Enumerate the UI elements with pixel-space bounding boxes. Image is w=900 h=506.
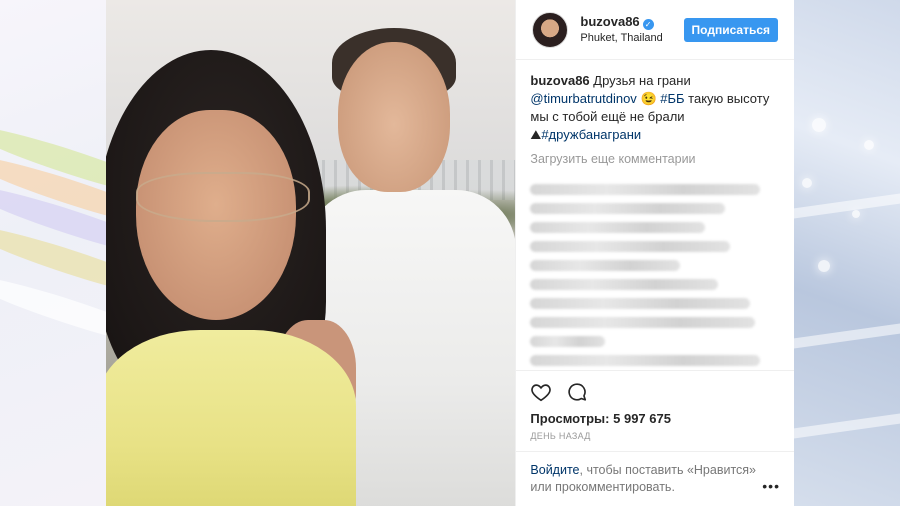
more-options-icon[interactable]: ••• [762,478,780,495]
blurred-comment [530,317,756,328]
blurred-comment [530,184,761,195]
wink-emoji: 😉 [640,91,657,106]
caption-text: Друзья на грани [593,73,691,88]
views-value: 5 997 675 [613,411,671,426]
background-right [794,0,900,506]
follow-button[interactable]: Подписаться [683,17,778,42]
post-timestamp[interactable]: ДЕНЬ НАЗАД [530,431,780,441]
post-photo[interactable] [106,0,516,506]
caption-username[interactable]: buzova86 [530,73,589,88]
blurred-comment [530,203,726,214]
views-label: Просмотры: [530,411,610,426]
blurred-comment [530,298,751,309]
post-header: buzova86 ✓ Phuket, Thailand Подписаться [516,0,794,60]
login-prompt: Войдите, чтобы поставить «Нравится» или … [516,451,794,506]
blurred-comment [530,260,681,271]
background-left [0,0,106,506]
blurred-comment [530,355,761,366]
mention-link[interactable]: @timurbatrutdinov [530,91,636,106]
blurred-comment [530,241,731,252]
hashtag-link-2[interactable]: #дружбанаграни [541,127,641,142]
load-more-comments-link[interactable]: Загрузить еще комментарии [516,144,794,174]
comments-list [516,174,794,370]
post-actions: Просмотры: 5 997 675 ДЕНЬ НАЗАД [516,370,794,441]
username-link[interactable]: buzova86 [580,14,639,29]
mountain-emoji: ⛰ [530,127,542,142]
heart-icon[interactable] [530,381,552,403]
instagram-post: buzova86 ✓ Phuket, Thailand Подписаться b… [106,0,794,506]
login-link[interactable]: Войдите [530,463,579,477]
post-caption: buzova86 Друзья на грани @timurbatrutdin… [516,60,794,144]
views-count: Просмотры: 5 997 675 [530,411,780,426]
avatar[interactable] [532,11,569,48]
location-link[interactable]: Phuket, Thailand [580,30,683,46]
post-sidebar: buzova86 ✓ Phuket, Thailand Подписаться b… [515,0,794,506]
verified-badge-icon: ✓ [642,18,654,30]
blurred-comment [530,336,606,347]
user-info: buzova86 ✓ Phuket, Thailand [580,14,683,46]
blurred-comment [530,279,718,290]
blurred-comment [530,222,706,233]
hashtag-link[interactable]: #ББ [660,91,684,106]
comment-icon[interactable] [566,381,588,403]
